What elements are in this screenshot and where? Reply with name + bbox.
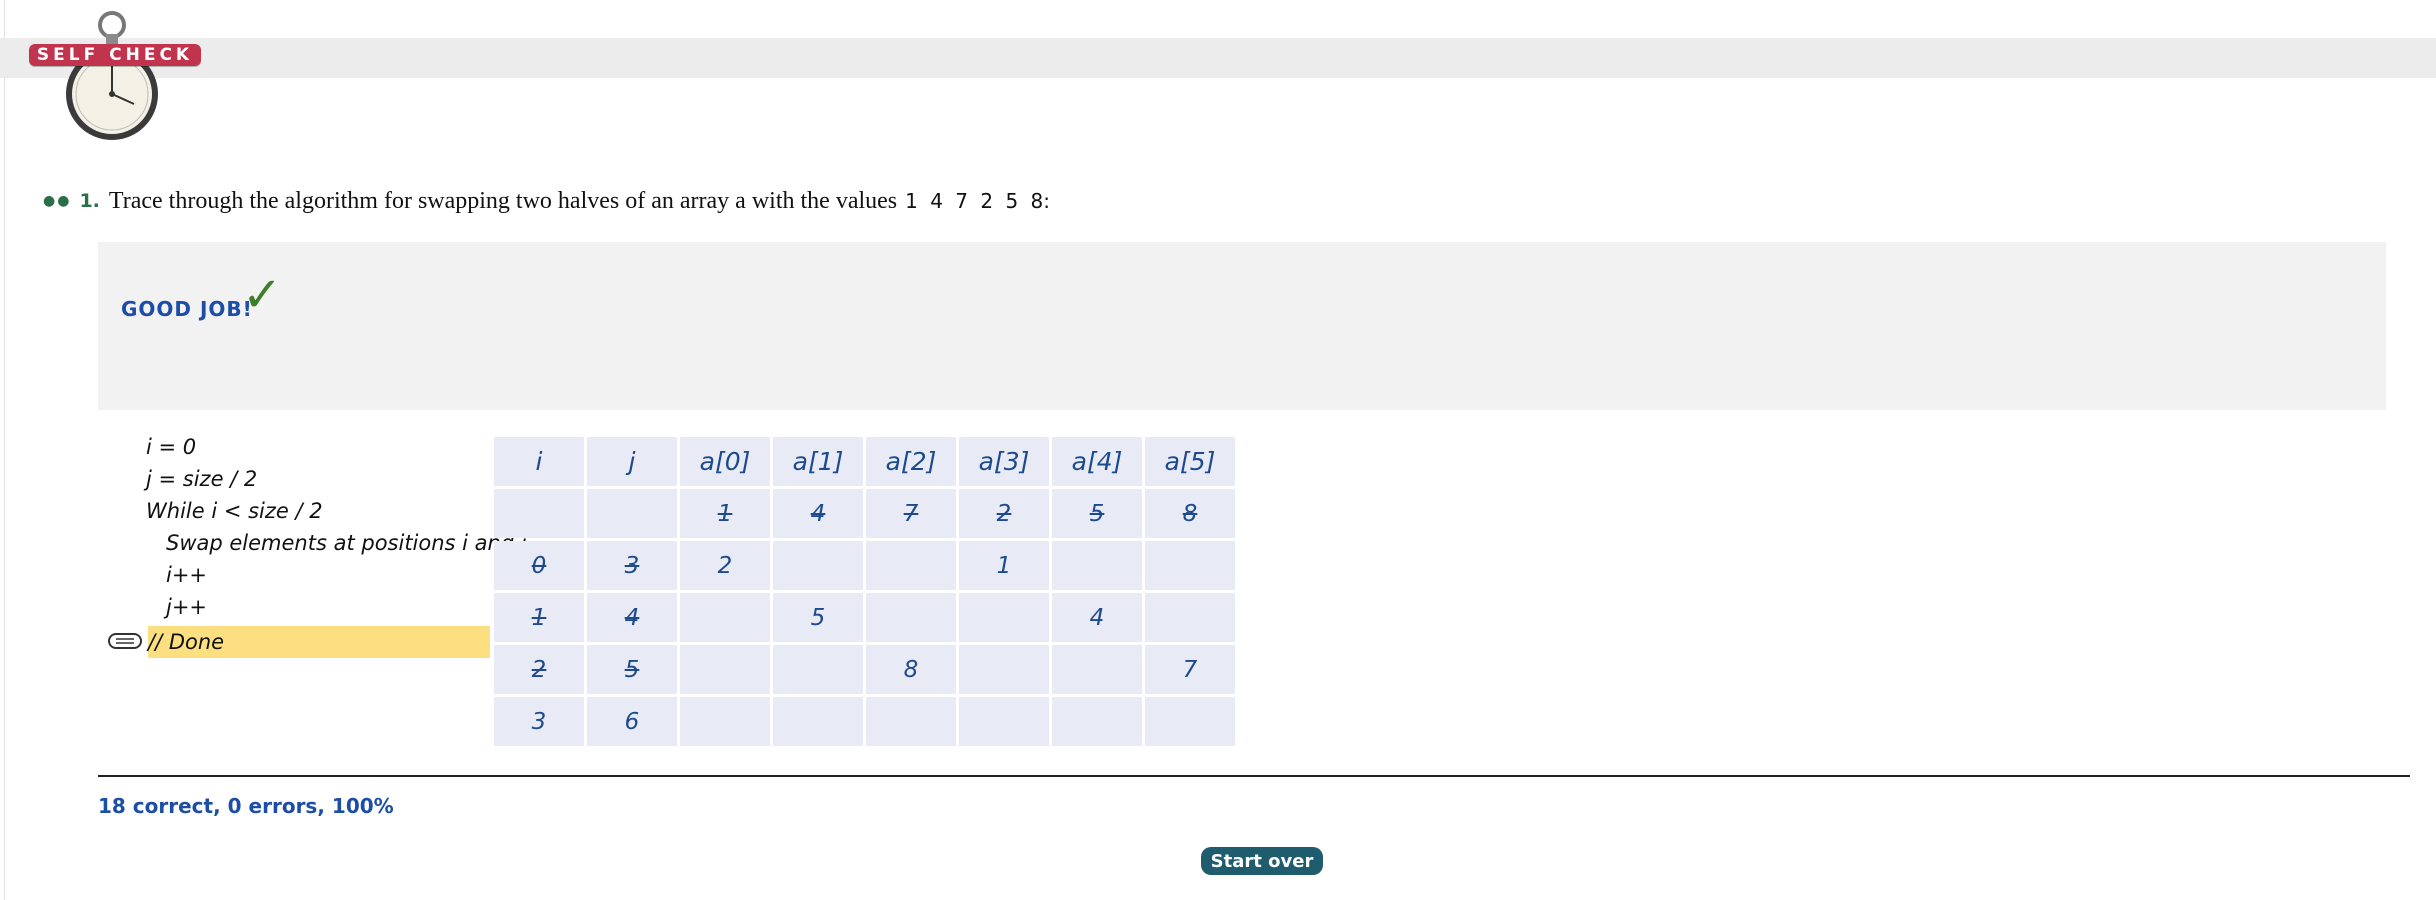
table-cell[interactable]	[866, 541, 956, 590]
table-row: 147258	[494, 489, 1235, 538]
feedback-message: GOOD JOB!	[121, 297, 253, 321]
trace-table-header-row: i j a[0] a[1] a[2] a[3] a[4] a[5]	[494, 437, 1235, 486]
header-band	[0, 38, 2436, 78]
table-cell[interactable]	[587, 489, 677, 538]
table-cell[interactable]	[680, 645, 770, 694]
table-cell[interactable]	[959, 645, 1049, 694]
score-summary: 18 correct, 0 errors, 100%	[98, 794, 394, 818]
table-cell[interactable]: 1	[680, 489, 770, 538]
table-cell[interactable]: 3	[494, 697, 584, 746]
pseudocode-current-line[interactable]: // Done	[148, 626, 490, 658]
table-cell[interactable]	[1145, 593, 1235, 642]
table-cell[interactable]: 4	[587, 593, 677, 642]
table-cell[interactable]	[959, 697, 1049, 746]
table-cell[interactable]	[959, 593, 1049, 642]
table-cell[interactable]: 8	[1145, 489, 1235, 538]
table-cell[interactable]: 1	[494, 593, 584, 642]
table-cell[interactable]: 8	[866, 645, 956, 694]
pseudocode-line: Swap elements at positions i and j	[166, 531, 527, 555]
column-header-a5: a[5]	[1145, 437, 1235, 486]
table-cell[interactable]	[1052, 541, 1142, 590]
table-cell[interactable]	[494, 489, 584, 538]
table-cell[interactable]	[866, 697, 956, 746]
table-row: 1454	[494, 593, 1235, 642]
pseudocode-line: i++	[166, 563, 208, 587]
checkmark-icon: ✓	[242, 267, 283, 323]
pseudocode-line: While i < size / 2	[146, 499, 323, 523]
trace-table-body: 14725803211454258736	[494, 489, 1235, 746]
table-row: 032 1	[494, 541, 1235, 590]
pointer-hand-icon	[108, 633, 142, 649]
table-cell[interactable]: 5	[773, 593, 863, 642]
difficulty-dots-icon: ●●	[43, 193, 72, 209]
question-number: 1.	[79, 190, 100, 212]
table-row: 25 8 7	[494, 645, 1235, 694]
column-header-a2: a[2]	[866, 437, 956, 486]
left-border	[4, 0, 5, 900]
table-cell[interactable]: 2	[680, 541, 770, 590]
table-cell[interactable]	[680, 593, 770, 642]
table-cell[interactable]: 4	[1052, 593, 1142, 642]
table-cell[interactable]: 5	[587, 645, 677, 694]
table-cell[interactable]: 3	[587, 541, 677, 590]
table-cell[interactable]	[1052, 645, 1142, 694]
table-row: 36	[494, 697, 1235, 746]
table-cell[interactable]: 7	[1145, 645, 1235, 694]
table-cell[interactable]	[1145, 697, 1235, 746]
table-cell[interactable]: 5	[1052, 489, 1142, 538]
column-header-i: i	[494, 437, 584, 486]
table-cell[interactable]	[680, 697, 770, 746]
table-cell[interactable]	[773, 645, 863, 694]
question-text: Trace through the algorithm for swapping…	[108, 187, 898, 214]
pseudocode-line: j++	[166, 595, 208, 619]
table-cell[interactable]: 4	[773, 489, 863, 538]
divider	[98, 775, 2410, 777]
table-cell[interactable]: 2	[959, 489, 1049, 538]
self-check-badge: SELF CHECK	[29, 44, 201, 66]
column-header-a0: a[0]	[680, 437, 770, 486]
table-cell[interactable]: 2	[494, 645, 584, 694]
table-cell[interactable]: 7	[866, 489, 956, 538]
column-header-j: j	[587, 437, 677, 486]
stopwatch-icon	[66, 11, 158, 140]
trace-table: i j a[0] a[1] a[2] a[3] a[4] a[5] 147258…	[491, 434, 1238, 749]
feedback-panel	[98, 242, 2386, 410]
pseudocode-line: i = 0	[146, 435, 197, 459]
table-cell[interactable]: 0	[494, 541, 584, 590]
table-cell[interactable]: 6	[587, 697, 677, 746]
pseudocode-line: j = size / 2	[146, 467, 258, 491]
table-cell[interactable]: 1	[959, 541, 1049, 590]
table-cell[interactable]	[773, 697, 863, 746]
start-over-button[interactable]: Start over	[1201, 847, 1323, 875]
question-row: ●● 1. Trace through the algorithm for sw…	[43, 186, 1050, 216]
table-cell[interactable]	[773, 541, 863, 590]
column-header-a1: a[1]	[773, 437, 863, 486]
table-cell[interactable]	[866, 593, 956, 642]
question-values: 1 4 7 2 5 8:	[905, 189, 1051, 213]
table-cell[interactable]	[1052, 697, 1142, 746]
table-cell[interactable]	[1145, 541, 1235, 590]
column-header-a4: a[4]	[1052, 437, 1142, 486]
column-header-a3: a[3]	[959, 437, 1049, 486]
